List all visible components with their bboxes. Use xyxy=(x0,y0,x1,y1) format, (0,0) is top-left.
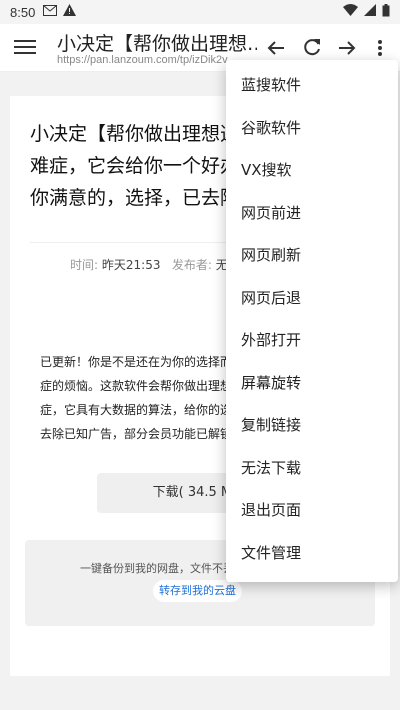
page-url: https://pan.lanzoum.com/tp/izDik2v... xyxy=(57,54,236,66)
menu-item-file-manager[interactable]: 文件管理 xyxy=(226,532,398,575)
page-title: 小决定【帮你做出理想… xyxy=(57,33,257,55)
back-arrow-icon[interactable] xyxy=(264,36,288,60)
save-to-cloud-link[interactable]: 转存到我的云盘 xyxy=(153,580,242,602)
menu-item-page-back[interactable]: 网页后退 xyxy=(226,277,398,320)
more-vertical-icon[interactable] xyxy=(370,36,390,60)
menu-item-cannot-download[interactable]: 无法下载 xyxy=(226,447,398,490)
hamburger-menu-icon[interactable] xyxy=(14,36,36,58)
forward-arrow-icon[interactable] xyxy=(335,36,359,60)
menu-item-google-software[interactable]: 谷歌软件 xyxy=(226,107,398,150)
wifi-icon xyxy=(343,4,358,20)
menu-item-rotate-screen[interactable]: 屏幕旋转 xyxy=(226,362,398,405)
status-time: 8:50 xyxy=(10,4,36,20)
menu-item-copy-link[interactable]: 复制链接 xyxy=(226,404,398,447)
meta-time-value: 昨天21:53 xyxy=(101,258,161,272)
menu-item-lansou[interactable]: 蓝搜软件 xyxy=(226,64,398,107)
meta-time-label: 时间: xyxy=(70,258,99,272)
menu-item-vx-search[interactable]: VX搜软 xyxy=(226,149,398,192)
menu-item-open-external[interactable]: 外部打开 xyxy=(226,319,398,362)
status-bar: 8:50 xyxy=(0,0,400,24)
gmail-icon xyxy=(43,4,58,20)
warning-icon xyxy=(63,4,77,20)
menu-item-page-forward[interactable]: 网页前进 xyxy=(226,192,398,235)
save-to-cloud-text: 一键备份到我的网盘，文件不丢失 xyxy=(80,562,245,575)
signal-icon xyxy=(364,4,376,20)
refresh-icon[interactable] xyxy=(300,36,324,60)
overflow-menu: 蓝搜软件 谷歌软件 VX搜软 网页前进 网页刷新 网页后退 外部打开 屏幕旋转 … xyxy=(226,60,398,582)
meta-publisher-label: 发布者: xyxy=(171,258,212,272)
battery-icon xyxy=(382,3,390,21)
menu-item-exit-page[interactable]: 退出页面 xyxy=(226,489,398,532)
article-meta: 时间: 昨天21:53 发布者: 无名 xyxy=(70,256,240,273)
menu-item-page-refresh[interactable]: 网页刷新 xyxy=(226,234,398,277)
